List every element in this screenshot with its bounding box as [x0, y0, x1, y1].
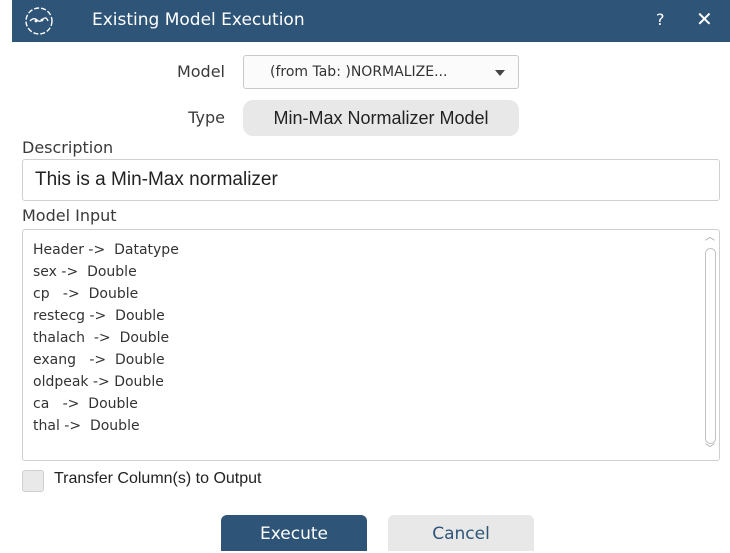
model-dropdown[interactable]: (from Tab: )NORMALIZE...: [243, 55, 519, 89]
execute-button[interactable]: Execute: [221, 515, 367, 551]
transfer-columns-checkbox[interactable]: [22, 470, 44, 492]
dialog-title: Existing Model Execution: [92, 10, 305, 30]
chevron-down-icon: [495, 70, 505, 76]
model-input-line: Header -> Datatype: [33, 242, 179, 258]
scrollbar-thumb[interactable]: [705, 248, 716, 444]
type-label: Type: [188, 108, 225, 127]
model-input-line: thal -> Double: [33, 418, 140, 434]
model-label: Model: [176, 62, 225, 81]
globe-logo-icon: [25, 7, 53, 35]
description-field[interactable]: [22, 159, 720, 201]
model-input-lines: Header -> Datatype sex -> Double cp -> D…: [33, 239, 179, 437]
model-input-line: ca -> Double: [33, 396, 138, 412]
model-dropdown-value: (from Tab: )NORMALIZE...: [270, 64, 448, 80]
model-input-line: restecg -> Double: [33, 308, 165, 324]
model-input-list[interactable]: Header -> Datatype sex -> Double cp -> D…: [22, 229, 720, 461]
model-input-line: sex -> Double: [33, 264, 137, 280]
scroll-up-icon[interactable]: ︿: [705, 233, 715, 243]
scroll-down-icon[interactable]: ﹀: [705, 445, 715, 455]
type-value: Min-Max Normalizer Model: [243, 100, 519, 136]
close-button[interactable]: ✕: [696, 7, 713, 31]
title-bar: Existing Model Execution ? ✕: [12, 0, 730, 42]
model-input-line: thalach -> Double: [33, 330, 170, 346]
model-input-line: exang -> Double: [33, 352, 165, 368]
model-input-line: cp -> Double: [33, 286, 139, 302]
transfer-columns-label[interactable]: Transfer Column(s) to Output: [54, 470, 261, 488]
vertical-scrollbar[interactable]: ︿ ﹀: [702, 231, 718, 459]
model-input-line: oldpeak -> Double: [33, 374, 164, 390]
cancel-button[interactable]: Cancel: [388, 515, 534, 551]
model-input-label: Model Input: [22, 206, 117, 225]
help-button[interactable]: ?: [656, 10, 665, 29]
description-label: Description: [22, 138, 114, 157]
